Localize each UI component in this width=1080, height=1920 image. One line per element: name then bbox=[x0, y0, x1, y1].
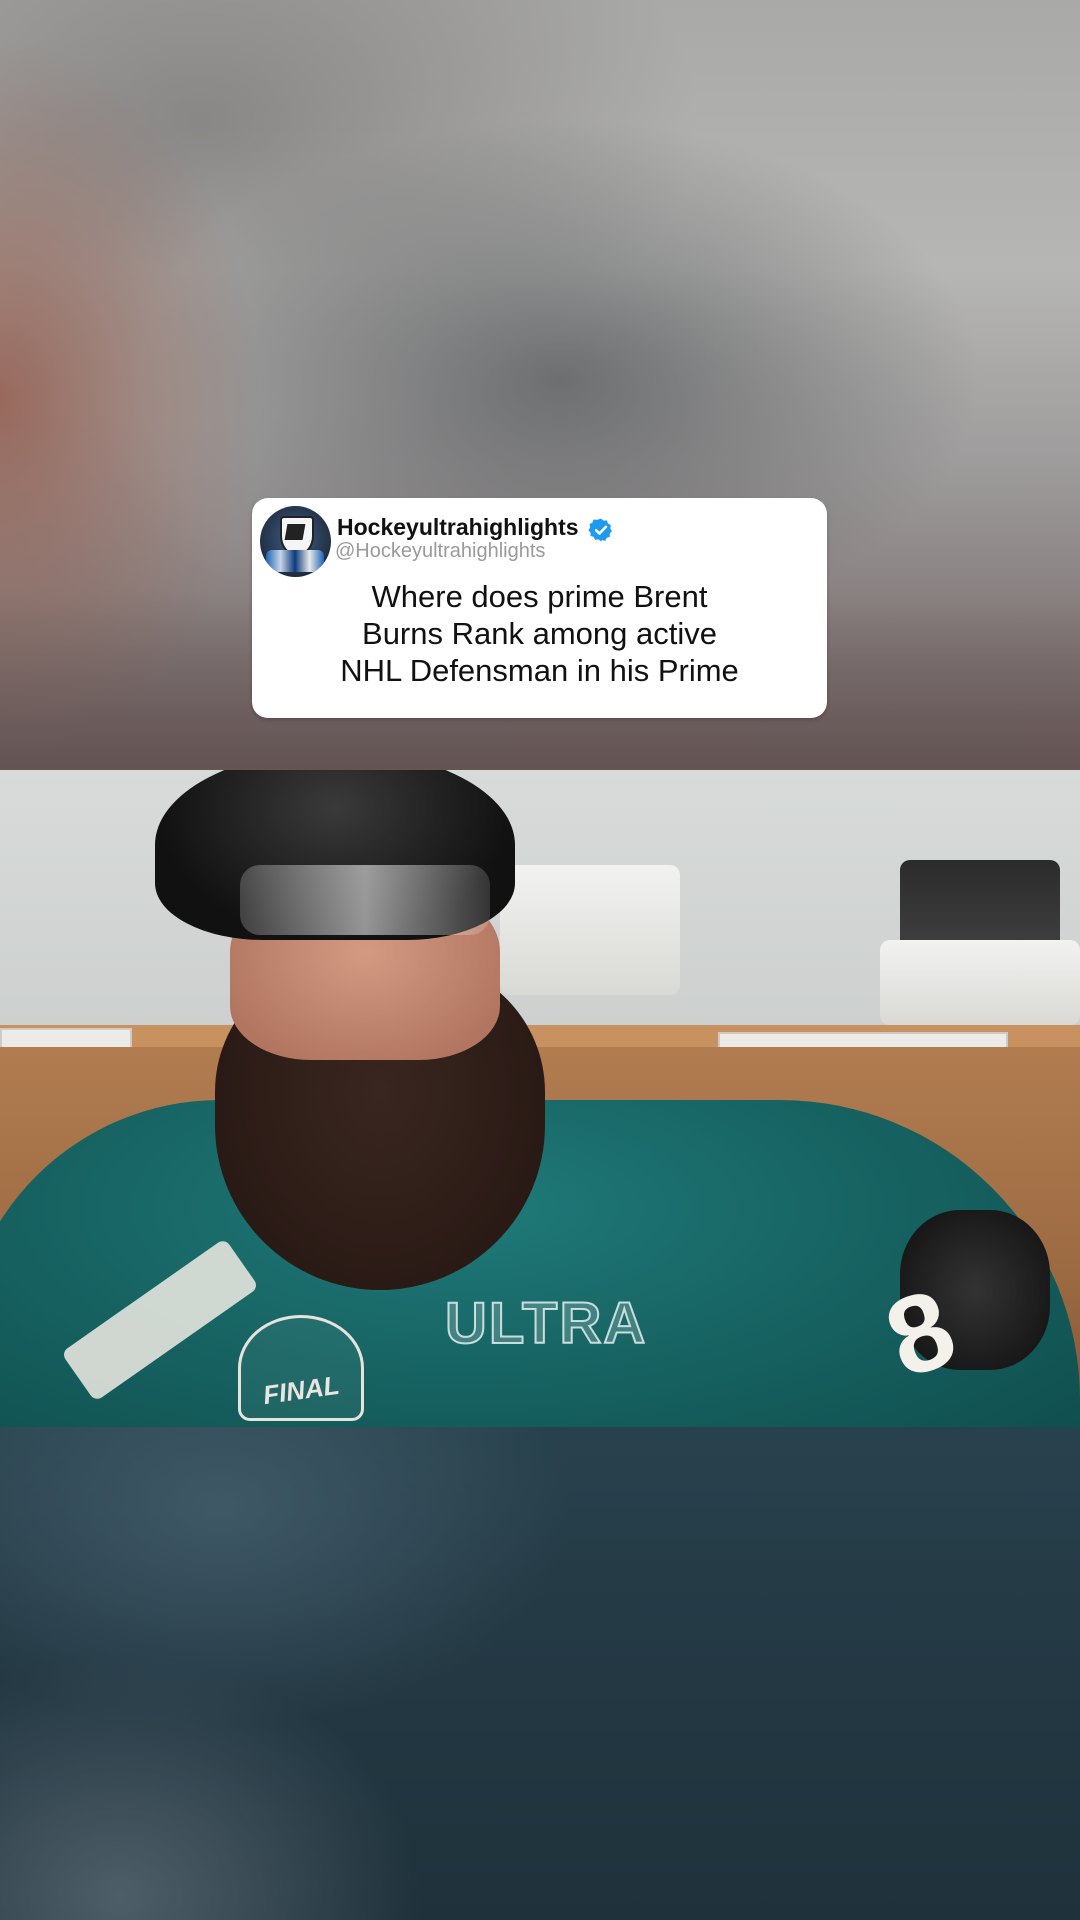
shelf-box-right bbox=[880, 940, 1080, 1025]
video-post-screen: FINAL 8 ULTRA Hockeyultrahighlights @Hoc… bbox=[0, 0, 1080, 1920]
avatar-players-graphic bbox=[266, 550, 324, 572]
tweet-card: Hockeyultrahighlights @Hockeyultrahighli… bbox=[252, 498, 827, 718]
verified-badge-icon bbox=[588, 518, 612, 542]
video-frame[interactable]: FINAL 8 ULTRA bbox=[0, 770, 1080, 1427]
helmet-visor bbox=[240, 865, 490, 935]
shelf-helmet-left bbox=[500, 865, 680, 995]
stanley-cup-final-logo: FINAL bbox=[238, 1315, 364, 1421]
nhl-avatar-icon[interactable] bbox=[260, 506, 331, 577]
tweet-text: Where does prime Brent Burns Rank among … bbox=[252, 578, 827, 689]
ultra-watermark: ULTRA bbox=[444, 1290, 648, 1357]
account-name[interactable]: Hockeyultrahighlights bbox=[337, 514, 579, 541]
account-handle[interactable]: @Hockeyultrahighlights bbox=[335, 540, 545, 563]
tweet-text-line-1: Where does prime Brent bbox=[371, 579, 708, 614]
final-logo-text: FINAL bbox=[260, 1369, 341, 1411]
tweet-text-line-2: Burns Rank among active bbox=[362, 616, 717, 651]
blurred-background-bottom bbox=[0, 1427, 1080, 1920]
tweet-text-line-3: NHL Defensman in his Prime bbox=[340, 653, 739, 688]
